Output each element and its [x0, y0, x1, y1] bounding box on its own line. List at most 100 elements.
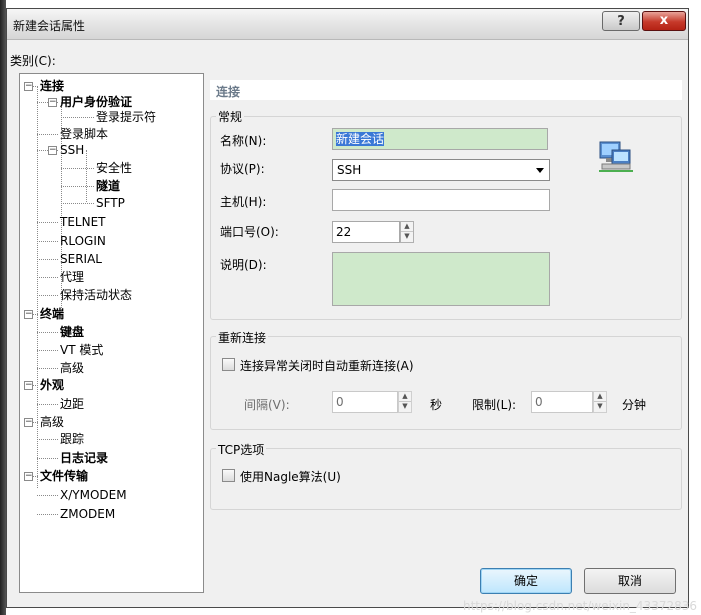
spin-up-icon[interactable]: ▲	[399, 392, 411, 402]
tree-item[interactable]: SSH	[60, 143, 84, 157]
tree-collapse-icon[interactable]: −	[48, 146, 57, 155]
tree-collapse-icon[interactable]: −	[48, 98, 57, 107]
chevron-down-icon	[536, 168, 544, 173]
watermark-text: https://blog.csdn.net/weixin_43372836	[462, 599, 697, 613]
tree-item[interactable]: RLOGIN	[60, 234, 106, 248]
window-title: 新建会话属性	[13, 19, 86, 33]
tcp-group-title: TCP选项	[216, 441, 267, 458]
tree-branch-line	[61, 186, 94, 187]
tree-item[interactable]: ZMODEM	[60, 507, 115, 521]
tree-item[interactable]: 键盘	[60, 325, 84, 339]
category-label: 类别(C):	[10, 54, 56, 68]
tree-branch-line	[37, 332, 58, 333]
port-input[interactable]: 22	[332, 221, 400, 243]
tree-branch-line	[37, 277, 58, 278]
category-tree[interactable]: − 连接 − 用户身份验证 登录提示符 登录脚本 − SSH 安全性 隧道 SFTP TELNET RL…	[19, 73, 204, 593]
spin-up-icon[interactable]: ▲	[401, 222, 413, 232]
protocol-select[interactable]: SSH	[332, 159, 550, 181]
tree-branch-line	[37, 295, 58, 296]
host-label: 主机(H):	[220, 195, 267, 209]
help-button[interactable]: ?	[602, 11, 640, 31]
tree-item[interactable]: 用户身份验证	[60, 95, 132, 109]
tree-branch-line	[37, 259, 58, 260]
tree-item[interactable]: TELNET	[60, 215, 106, 229]
tree-item[interactable]: SERIAL	[60, 252, 102, 266]
tree-collapse-icon[interactable]: −	[24, 310, 33, 319]
tree-branch-line	[37, 404, 58, 405]
general-group-title: 常规	[216, 108, 245, 125]
tree-item[interactable]: 登录脚本	[60, 127, 108, 141]
tree-item[interactable]: 代理	[60, 270, 84, 284]
tree-item[interactable]: 高级	[60, 361, 84, 375]
tree-item[interactable]: 跟踪	[60, 432, 84, 446]
interval-unit: 秒	[430, 398, 443, 412]
spin-down-icon[interactable]: ▼	[594, 402, 606, 411]
tree-collapse-icon[interactable]: −	[24, 472, 33, 481]
tree-branch-line	[61, 168, 94, 169]
name-input-value: 新建会话	[336, 132, 385, 146]
auto-reconnect-label[interactable]: 连接异常关闭时自动重新连接(A)	[240, 357, 414, 374]
tree-item[interactable]: 登录提示符	[96, 110, 156, 124]
section-title: 连接	[216, 85, 241, 99]
tree-branch-line	[61, 203, 94, 204]
tree-branch-line	[61, 117, 94, 118]
protocol-label: 协议(P):	[220, 162, 265, 176]
tree-item[interactable]: 日志记录	[60, 451, 108, 465]
tree-branch-line	[37, 350, 58, 351]
tree-item[interactable]: 保持活动状态	[60, 288, 132, 302]
tree-branch-line	[37, 495, 58, 496]
tree-branch-line	[37, 514, 58, 515]
tree-branch-line	[37, 222, 58, 223]
tree-item[interactable]: 连接	[40, 79, 64, 93]
tree-collapse-icon[interactable]: −	[24, 82, 33, 91]
interval-input[interactable]: 0	[332, 391, 398, 413]
tree-item[interactable]: VT 模式	[60, 343, 103, 357]
interval-spinner[interactable]: ▲ ▼	[398, 391, 412, 413]
network-computer-icon	[599, 141, 633, 172]
description-textarea[interactable]	[332, 252, 550, 306]
port-spinner[interactable]: ▲ ▼	[400, 221, 414, 243]
tree-branch-line	[37, 134, 58, 135]
name-input[interactable]: 新建会话	[332, 128, 548, 150]
interval-label: 间隔(V):	[244, 398, 290, 412]
tree-item[interactable]: 隧道	[96, 179, 120, 193]
section-header: 连接	[210, 80, 682, 100]
title-bar[interactable]: 新建会话属性 ? x	[7, 9, 688, 40]
description-label: 说明(D):	[220, 258, 267, 272]
ok-button[interactable]: 确定	[480, 568, 572, 594]
tree-item[interactable]: 高级	[40, 415, 64, 429]
tree-guide-line	[37, 86, 38, 488]
tree-branch-line	[37, 368, 58, 369]
tree-guide-line	[86, 150, 87, 202]
tree-collapse-icon[interactable]: −	[24, 418, 33, 427]
host-input[interactable]	[332, 189, 550, 211]
tree-item[interactable]: 文件传输	[40, 469, 88, 483]
protocol-select-value: SSH	[337, 163, 362, 177]
reconnect-group	[210, 336, 682, 430]
tree-item[interactable]: X/YMODEM	[60, 488, 127, 502]
spin-up-icon[interactable]: ▲	[594, 392, 606, 402]
limit-unit: 分钟	[622, 398, 647, 412]
reconnect-group-title: 重新连接	[216, 329, 269, 346]
tree-branch-line	[37, 439, 58, 440]
spin-down-icon[interactable]: ▼	[401, 232, 413, 241]
limit-spinner[interactable]: ▲ ▼	[593, 391, 607, 413]
tree-collapse-icon[interactable]: −	[24, 381, 33, 390]
tree-branch-line	[37, 458, 58, 459]
port-label: 端口号(O):	[220, 225, 279, 239]
nagle-label[interactable]: 使用Nagle算法(U)	[240, 468, 341, 485]
spin-down-icon[interactable]: ▼	[399, 402, 411, 411]
tree-item[interactable]: 外观	[40, 378, 64, 392]
tree-item[interactable]: 终端	[40, 307, 64, 321]
limit-label: 限制(L):	[472, 398, 517, 412]
auto-reconnect-checkbox[interactable]	[222, 358, 235, 371]
cancel-button[interactable]: 取消	[584, 568, 676, 594]
tree-item[interactable]: 边距	[60, 397, 84, 411]
close-button[interactable]: x	[642, 11, 686, 31]
limit-input[interactable]: 0	[531, 391, 593, 413]
nagle-checkbox[interactable]	[222, 469, 235, 482]
tree-branch-line	[37, 241, 58, 242]
name-label: 名称(N):	[220, 134, 267, 148]
tree-item[interactable]: 安全性	[96, 161, 132, 175]
tree-item[interactable]: SFTP	[96, 196, 125, 210]
